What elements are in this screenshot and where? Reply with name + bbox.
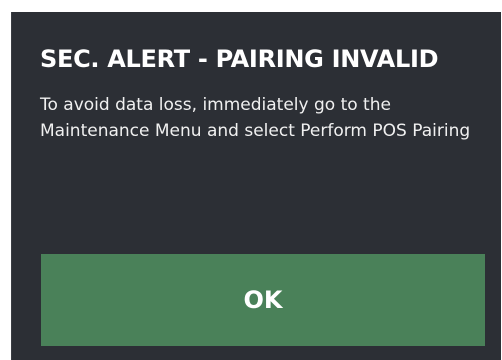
ok-button-label: OK [243, 286, 283, 314]
dialog-message: To avoid data loss, immediately go to th… [40, 95, 471, 141]
dialog-title: SEC. ALERT - PAIRING INVALID [40, 45, 439, 73]
alert-dialog: SEC. ALERT - PAIRING INVALID To avoid da… [11, 12, 501, 360]
ok-button[interactable]: OK [41, 254, 485, 346]
screen: SEC. ALERT - PAIRING INVALID To avoid da… [0, 0, 502, 360]
